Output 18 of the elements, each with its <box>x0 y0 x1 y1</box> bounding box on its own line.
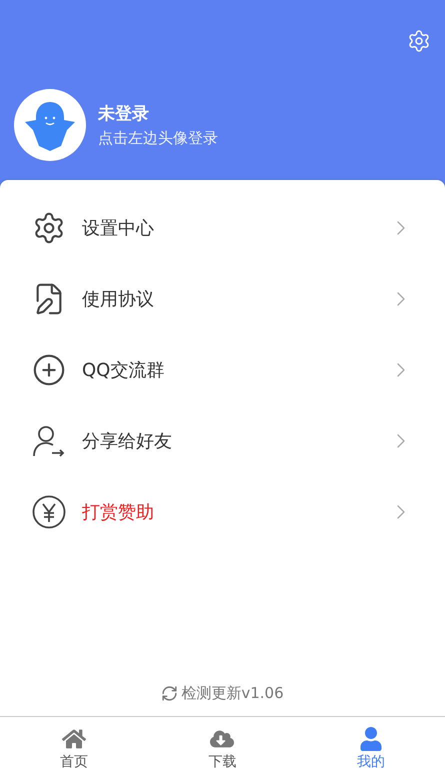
yen-icon <box>32 494 66 528</box>
menu-item[interactable]: QQ交流群 <box>0 334 445 405</box>
check-update-button[interactable]: 检测更新v1.06 <box>161 684 284 703</box>
menu-item[interactable]: 使用协议 <box>0 263 445 334</box>
user-arrow-icon <box>32 424 66 458</box>
refresh-icon <box>161 685 178 702</box>
settings-icon[interactable] <box>407 29 431 53</box>
nav-tab[interactable]: 下载 <box>148 717 297 780</box>
menu-item[interactable]: 打赏赞助 <box>0 476 445 547</box>
nav-tab[interactable]: 首页 <box>0 717 148 780</box>
login-hint: 点击左边头像登录 <box>98 129 218 148</box>
plus-circle-icon <box>32 352 66 386</box>
username: 未登录 <box>98 103 150 125</box>
user-icon <box>358 726 383 750</box>
nav-tab[interactable]: 我的 <box>296 717 445 780</box>
menu-item[interactable]: 设置中心 <box>0 192 445 263</box>
home-icon <box>62 726 86 750</box>
menu-item[interactable]: 分享给好友 <box>0 405 445 476</box>
